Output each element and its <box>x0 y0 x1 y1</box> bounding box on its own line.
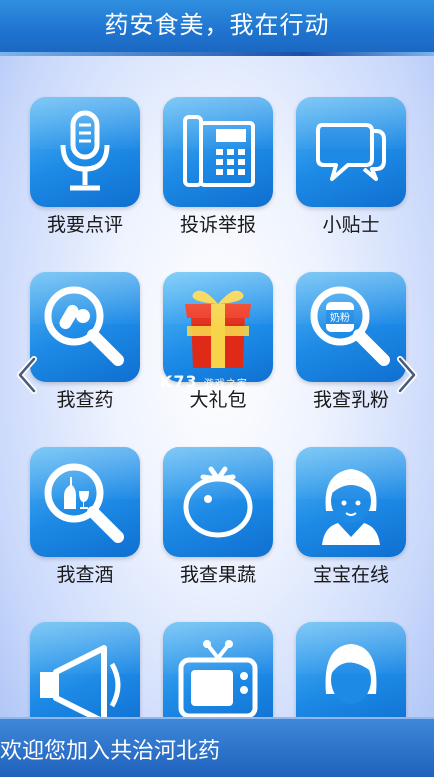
tile-gift-pack[interactable]: 大礼包 <box>163 272 273 417</box>
gift-box-icon <box>163 272 273 382</box>
tile-check-drug[interactable]: 我查药 <box>30 272 140 417</box>
megaphone-icon <box>30 622 140 732</box>
baby-icon <box>296 447 406 557</box>
tv-icon <box>163 622 273 732</box>
person-icon <box>296 622 406 732</box>
watermark-logo: K73 游戏之家 <box>160 372 248 391</box>
tile-check-milk-powder[interactable]: 奶粉 我查乳粉 <box>296 272 406 417</box>
telephone-icon <box>163 97 273 207</box>
microphone-icon <box>30 97 140 207</box>
tile-complaint[interactable]: 投诉举报 <box>163 97 273 242</box>
tile-check-wine[interactable]: 我查酒 <box>30 447 140 592</box>
tile-tips[interactable]: 小贴士 <box>296 97 406 242</box>
tile-baby-online[interactable]: 宝宝在线 <box>296 447 406 592</box>
chat-bubbles-icon <box>296 97 406 207</box>
footer-marquee-text: 欢迎您加入共治河北药 <box>0 739 221 764</box>
tile-label: 我查酒 <box>56 564 114 586</box>
watermark-text: 游戏之家 <box>203 379 248 390</box>
footer-banner: 欢迎您加入共治河北药 <box>0 717 434 777</box>
chevron-right-icon[interactable] <box>394 355 420 395</box>
search-wine-icon <box>30 447 140 557</box>
search-pills-icon <box>30 272 140 382</box>
can-label: 奶粉 <box>330 311 350 324</box>
tile-label: 我要点评 <box>46 214 123 236</box>
watermark-brand: K73 <box>160 372 198 391</box>
tile-label: 投诉举报 <box>179 214 256 236</box>
chevron-left-icon[interactable] <box>14 355 40 395</box>
tomato-icon <box>163 447 273 557</box>
search-milk-powder-icon: 奶粉 <box>296 272 406 382</box>
tile-label: 小贴士 <box>322 214 380 236</box>
tile-label: 我查果蔬 <box>179 564 256 586</box>
tile-review[interactable]: 我要点评 <box>30 97 140 242</box>
tile-check-produce[interactable]: 我查果蔬 <box>163 447 273 592</box>
tile-label: 宝宝在线 <box>312 564 389 586</box>
